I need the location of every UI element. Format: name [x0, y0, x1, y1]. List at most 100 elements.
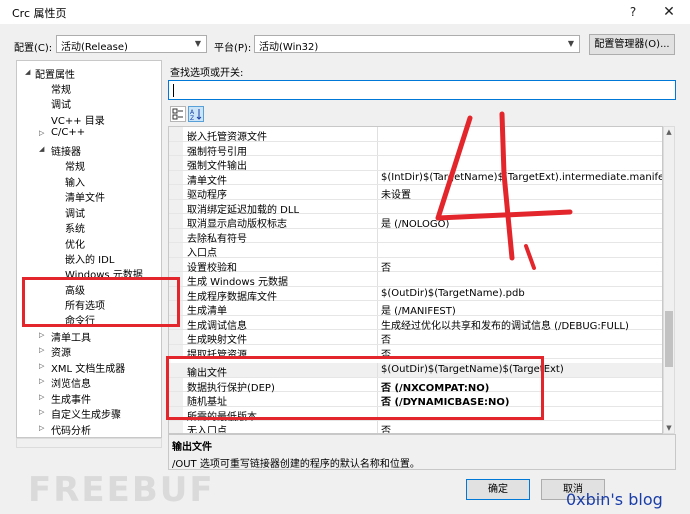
grid-row[interactable]: 取消绑定延迟加载的 DLL [169, 199, 662, 216]
grid-row[interactable]: 随机基址否 (/DYNAMICBASE:NO) [169, 392, 662, 408]
tree-item[interactable]: 清单文件 [65, 189, 105, 204]
tree-item[interactable]: 常规 [51, 81, 71, 96]
row-gutter [169, 141, 183, 155]
row-gutter [169, 363, 183, 377]
column-separator [377, 243, 378, 257]
grid-vertical-scrollbar[interactable]: ▲ ▼ [663, 126, 675, 434]
config-manager-button[interactable]: 配置管理器(O)... [589, 34, 675, 55]
grid-row[interactable]: 取消显示启动版权标志是 (/NOLOGO) [169, 214, 662, 230]
alphabetical-view-button[interactable]: A Z [188, 106, 204, 122]
grid-row[interactable]: 生成清单是 (/MANIFEST) [169, 301, 662, 317]
tree-item[interactable]: Windows 元数据 [65, 266, 143, 281]
tree-item[interactable]: C/C++ [51, 127, 85, 138]
grid-row[interactable]: 生成程序数据库文件 $(OutDir)$(TargetName).pdb [169, 286, 662, 303]
tree-item-linker[interactable]: 链接器 [51, 143, 81, 158]
tree-item[interactable]: 自定义生成步骤 [51, 406, 121, 421]
row-gutter [169, 243, 183, 257]
title-bar: Crc 属性页 ? ✕ [0, 0, 690, 24]
config-select[interactable]: 活动(Release) ▼ [56, 35, 207, 53]
expand-icon[interactable]: ▷ [39, 129, 44, 137]
property-pages-dialog: Crc 属性页 ? ✕ 配置(C): 活动(Release) ▼ 平台(P): … [0, 0, 690, 514]
tree-item-command-line[interactable]: 命令行 [65, 312, 95, 327]
grid-row[interactable]: 设置校验和否 [169, 257, 662, 274]
scroll-up-icon[interactable]: ▲ [664, 128, 674, 136]
tree-item[interactable]: 嵌入的 IDL [65, 251, 114, 266]
row-gutter [169, 315, 183, 329]
row-gutter [169, 199, 183, 213]
property-grid: 嵌入托管资源文件 强制符号引用 强制文件输出 清单文件 $(IntDir)$(Ta… [168, 126, 663, 434]
tree-item-all-options[interactable]: 所有选项 [65, 297, 105, 312]
column-separator [377, 301, 378, 315]
column-separator [377, 127, 378, 141]
grid-row[interactable]: 生成映射文件否 [169, 330, 662, 346]
grid-row[interactable]: 强制符号引用 [169, 141, 662, 158]
tree-item[interactable]: 输入 [65, 174, 85, 189]
property-name: 提取托管资源 [187, 349, 247, 361]
tree-horizontal-scrollbar[interactable] [16, 438, 162, 448]
expand-icon[interactable]: ▷ [39, 377, 44, 385]
grid-row[interactable]: 嵌入托管资源文件 [169, 127, 662, 143]
property-tree: ◢ 配置属性 常规 调试 VC++ 目录 ▷ C/C++ ◢ 链接器 常规 输入… [16, 60, 162, 438]
grid-row[interactable]: 去除私有符号 [169, 228, 662, 245]
expand-icon[interactable]: ▷ [39, 362, 44, 370]
grid-row[interactable]: 无入口点 否 [169, 421, 662, 434]
tree-item[interactable]: 常规 [65, 158, 85, 173]
help-button[interactable]: ? [620, 2, 646, 22]
grid-row[interactable]: 数据执行保护(DEP) 否 (/NXCOMPAT:NO) [169, 377, 662, 394]
tree-item[interactable]: XML 文档生成器 [51, 360, 125, 375]
expand-icon[interactable]: ▷ [39, 331, 44, 339]
grid-row[interactable]: 强制文件输出 [169, 156, 662, 172]
collapse-icon[interactable]: ◢ [25, 68, 30, 76]
tree-item[interactable]: VC++ 目录 [51, 112, 105, 127]
grid-row[interactable]: 生成 Windows 元数据 [169, 272, 662, 288]
tree-item[interactable]: 调试 [51, 96, 71, 111]
collapse-icon[interactable]: ◢ [39, 145, 44, 153]
tree-item[interactable]: 代码分析 [51, 422, 91, 437]
column-separator [377, 170, 378, 184]
tree-item[interactable]: 优化 [65, 236, 85, 251]
row-gutter [169, 272, 183, 286]
expand-icon[interactable]: ▷ [39, 346, 44, 354]
grid-row[interactable]: 生成调试信息 生成经过优化以共享和发布的调试信息 (/DEBUG:FULL) [169, 315, 662, 332]
description-title: 输出文件 [172, 442, 212, 453]
column-separator [377, 199, 378, 213]
chevron-down-icon: ▼ [194, 39, 202, 48]
watermark-logo: FREEBUF [28, 470, 215, 510]
column-separator [377, 257, 378, 271]
row-gutter [169, 377, 183, 391]
grid-row[interactable]: 入口点 [169, 243, 662, 259]
column-separator [377, 330, 378, 344]
tree-item[interactable]: 浏览信息 [51, 375, 91, 390]
column-separator [377, 377, 378, 391]
scroll-down-icon[interactable]: ▼ [664, 424, 674, 432]
ok-button[interactable]: 确定 [466, 479, 530, 500]
tree-item[interactable]: 生成事件 [51, 391, 91, 406]
tree-item[interactable]: 清单工具 [51, 329, 91, 344]
tree-item[interactable]: 调试 [65, 205, 85, 220]
expand-icon[interactable]: ▷ [39, 424, 44, 432]
expand-icon[interactable]: ▷ [39, 393, 44, 401]
grid-row[interactable]: 提取托管资源 否 [169, 344, 662, 361]
tree-item[interactable]: 资源 [51, 344, 71, 359]
tree-item[interactable]: 高级 [65, 282, 85, 297]
row-gutter [169, 421, 183, 433]
grid-row[interactable]: 驱动程序 未设置 [169, 185, 662, 201]
grid-row[interactable]: 清单文件 $(IntDir)$(TargetName)$(TargetExt).i… [169, 170, 662, 187]
row-gutter [169, 392, 183, 406]
column-separator [377, 286, 378, 300]
grid-row[interactable]: 所需的最低版本 [169, 406, 662, 423]
close-button[interactable]: ✕ [656, 2, 682, 22]
search-input[interactable] [168, 80, 676, 100]
property-name: 无入口点 [187, 426, 227, 434]
row-gutter [169, 330, 183, 344]
property-value: $(OutDir)$(TargetName).pdb [381, 287, 525, 299]
expand-icon[interactable]: ▷ [39, 408, 44, 416]
scrollbar-thumb[interactable] [665, 311, 673, 367]
tree-item[interactable]: 系统 [65, 220, 85, 235]
platform-select-value: 活动(Win32) [259, 42, 319, 53]
tree-item-config-props[interactable]: 配置属性 [35, 66, 75, 81]
grid-row-selected[interactable]: 输出文件 $(OutDir)$(TargetName)$(TargetExt) [169, 363, 662, 379]
platform-select[interactable]: 活动(Win32) ▼ [254, 35, 580, 53]
categorized-view-button[interactable] [170, 106, 186, 122]
row-gutter [169, 170, 183, 184]
